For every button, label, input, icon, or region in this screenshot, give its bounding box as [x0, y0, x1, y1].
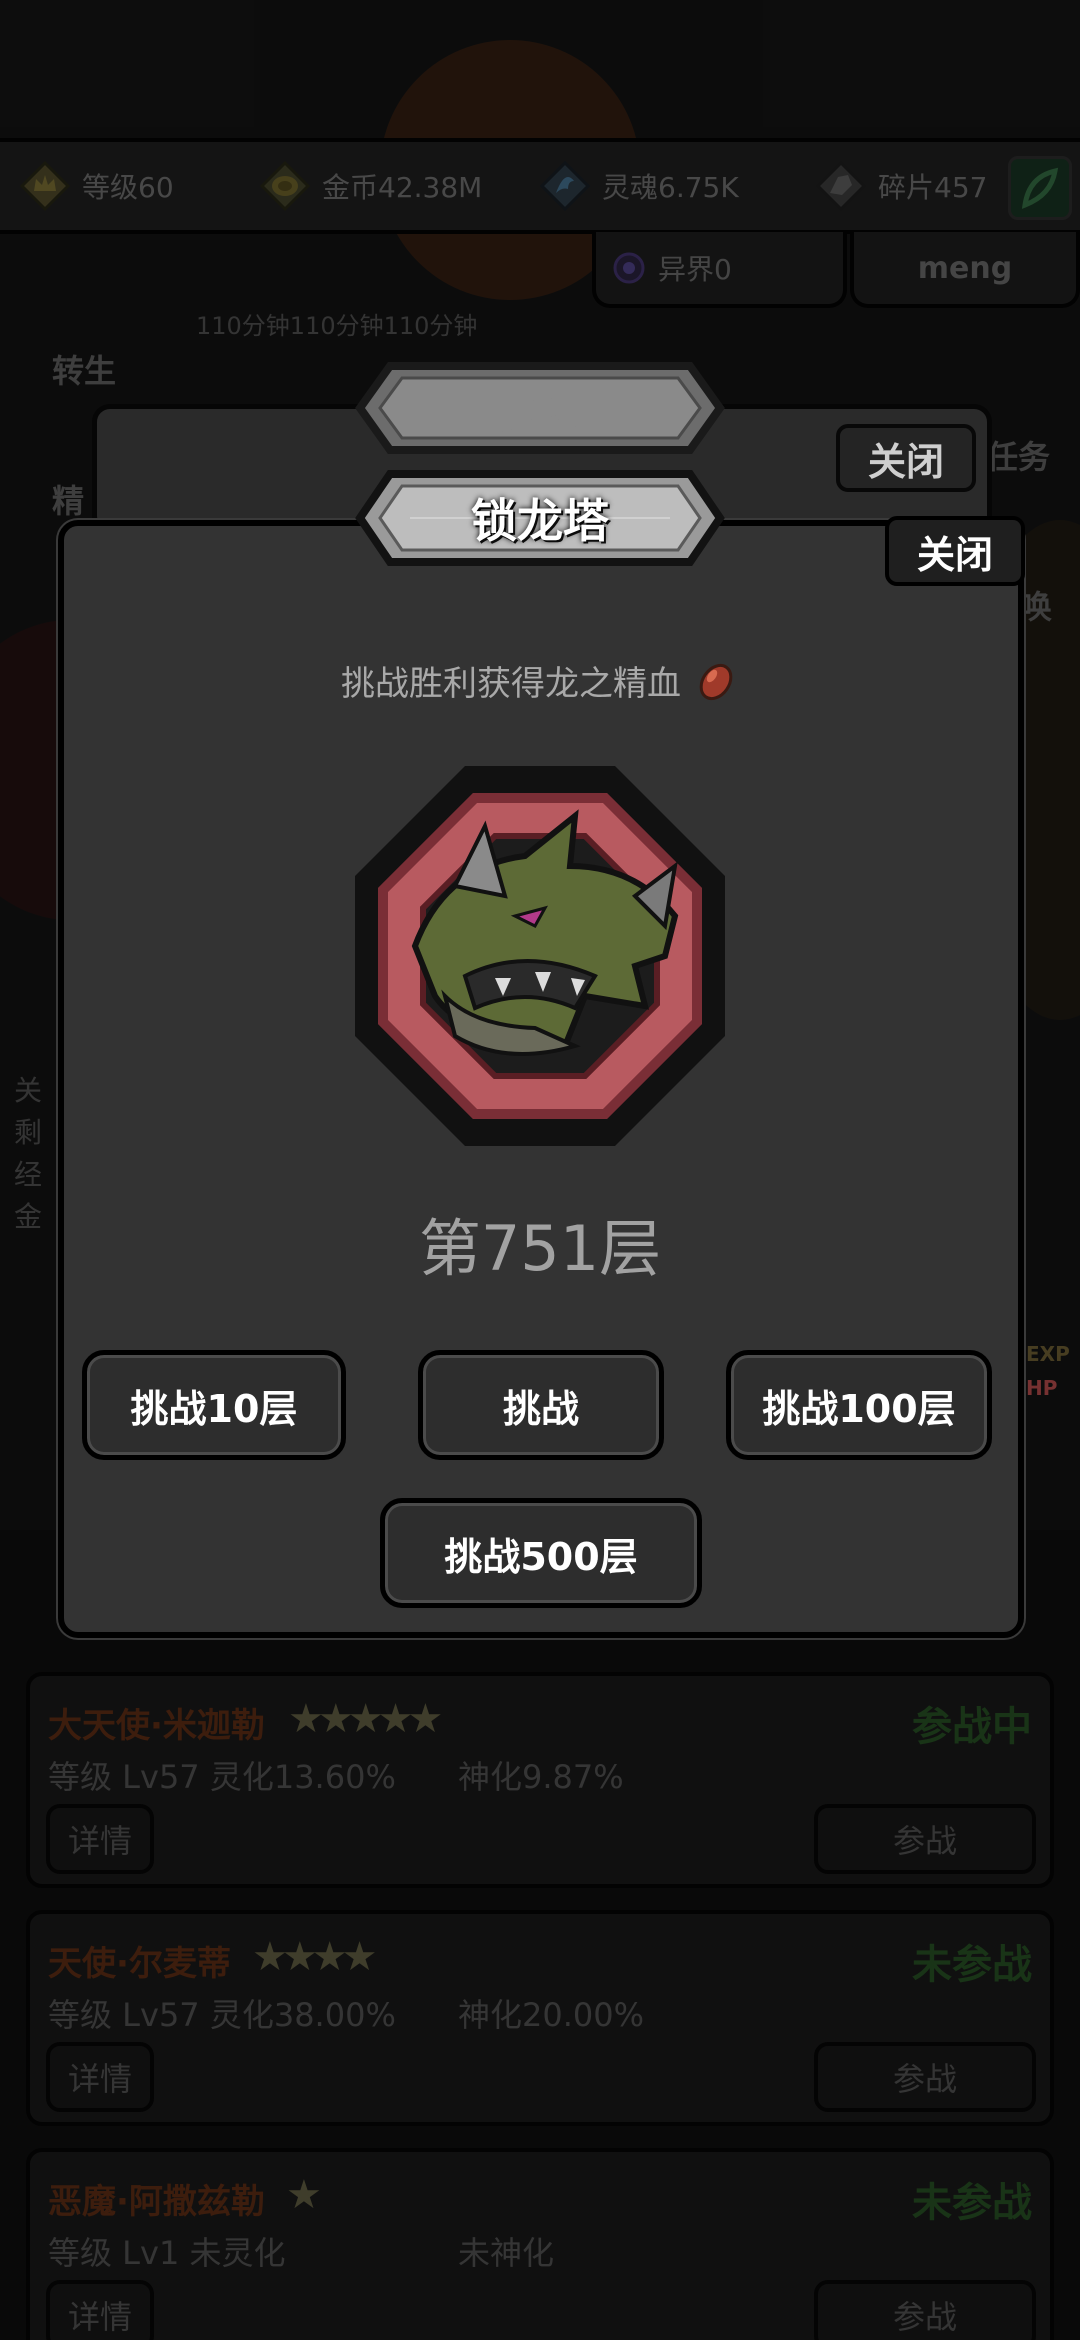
reward-text: 挑战胜利获得龙之精血	[341, 664, 681, 704]
close-button[interactable]: 关闭	[885, 516, 1025, 586]
secret-realm-title-plate: 秘境	[340, 348, 740, 468]
dragon-blood-icon	[699, 663, 733, 700]
secret-realm-title: 秘境	[494, 384, 586, 438]
reward-info: 挑战胜利获得龙之精血	[0, 656, 1080, 705]
floor-number: 第751层	[418, 1212, 662, 1285]
challenge-button[interactable]: 挑战	[418, 1350, 664, 1460]
dragon-boss-icon	[355, 766, 725, 1146]
challenge-100-floors-button[interactable]: 挑战100层	[726, 1350, 992, 1460]
dragon-tower-title: 锁龙塔	[471, 494, 609, 548]
challenge-10-floors-button[interactable]: 挑战10层	[82, 1350, 346, 1460]
secret-realm-close-button[interactable]: 关闭	[836, 424, 976, 492]
challenge-500-floors-button[interactable]: 挑战500层	[380, 1498, 702, 1608]
dragon-tower-title-plate: 锁龙塔	[340, 458, 740, 578]
